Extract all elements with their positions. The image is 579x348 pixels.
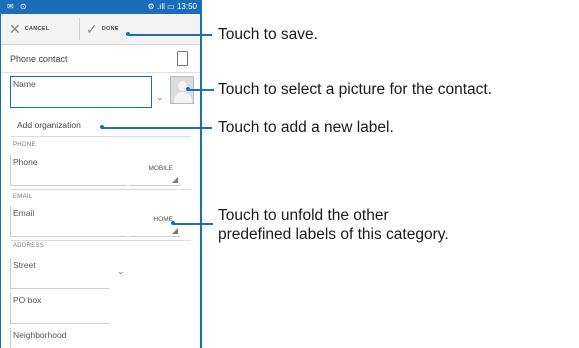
po-box-field[interactable]: PO box <box>10 293 109 324</box>
email-field[interactable]: Email <box>10 206 127 237</box>
po-box-placeholder: PO box <box>13 295 42 305</box>
callout-picture: Touch to select a picture for the contac… <box>218 81 492 98</box>
callout-unfold-line2: predefined labels of this category. <box>218 226 449 243</box>
callout-line <box>102 127 212 129</box>
action-separator <box>79 18 80 40</box>
phone-section-title: PHONE <box>13 142 36 148</box>
system-icons: ⚙ .ıll ▭ <box>147 2 175 11</box>
callout-unfold-line1: Touch to unfold the other <box>218 207 389 224</box>
email-section-title: EMAIL <box>13 194 33 200</box>
street-placeholder: Street <box>13 260 36 270</box>
neighborhood-field[interactable]: Neighborhood <box>10 328 109 348</box>
notification-icons: ✉ ⊙ <box>7 2 29 11</box>
divider <box>11 136 191 137</box>
cancel-label: CANCEL <box>24 26 50 32</box>
account-selector[interactable]: Phone contact <box>1 46 200 73</box>
street-field[interactable]: Street <box>10 258 109 289</box>
phone-type-spinner[interactable]: MOBILE <box>129 156 181 186</box>
done-button[interactable]: ✓ DONE <box>86 20 119 38</box>
phone-field[interactable]: Phone <box>10 155 127 186</box>
address-section-title: ADDRESS <box>13 243 45 249</box>
done-label: DONE <box>101 26 119 32</box>
cancel-icon: ✕ <box>9 20 21 37</box>
status-bar: ✉ ⊙ ⚙ .ıll ▭ 13:50 <box>1 0 200 14</box>
divider <box>11 189 191 190</box>
spinner-corner-icon <box>172 228 178 234</box>
chevron-down-icon[interactable]: ⌄ <box>117 266 125 277</box>
callout-line <box>128 34 212 36</box>
email-placeholder: Email <box>13 208 35 218</box>
callout-line <box>173 223 213 225</box>
spinner-corner-icon <box>172 177 178 183</box>
avatar-body <box>174 92 192 103</box>
callout-save: Touch to save. <box>218 26 318 43</box>
action-bar: ✕ CANCEL ✓ DONE <box>1 14 200 45</box>
clock: 13:50 <box>176 2 197 11</box>
neighborhood-placeholder: Neighborhood <box>13 330 67 340</box>
status-right: ⚙ .ıll ▭ 13:50 <box>148 2 197 11</box>
phone-type-value: MOBILE <box>148 165 173 172</box>
callout-label: Touch to add a new label. <box>218 119 394 136</box>
chevron-down-icon[interactable]: ⌄ <box>156 92 164 103</box>
account-label: Phone contact <box>10 54 68 64</box>
device-icon <box>177 51 188 66</box>
name-placeholder: Name <box>13 79 36 89</box>
callout-line <box>188 89 214 91</box>
add-organization-link[interactable]: Add organization <box>17 120 81 130</box>
cancel-button[interactable]: ✕ CANCEL <box>9 20 49 38</box>
divider <box>11 240 191 241</box>
phone-screen: ✉ ⊙ ⚙ .ıll ▭ 13:50 ✕ CANCEL ✓ DONE Phone… <box>0 0 202 348</box>
name-field[interactable]: Name <box>10 76 152 108</box>
done-icon: ✓ <box>86 20 98 37</box>
phone-placeholder: Phone <box>13 157 38 167</box>
